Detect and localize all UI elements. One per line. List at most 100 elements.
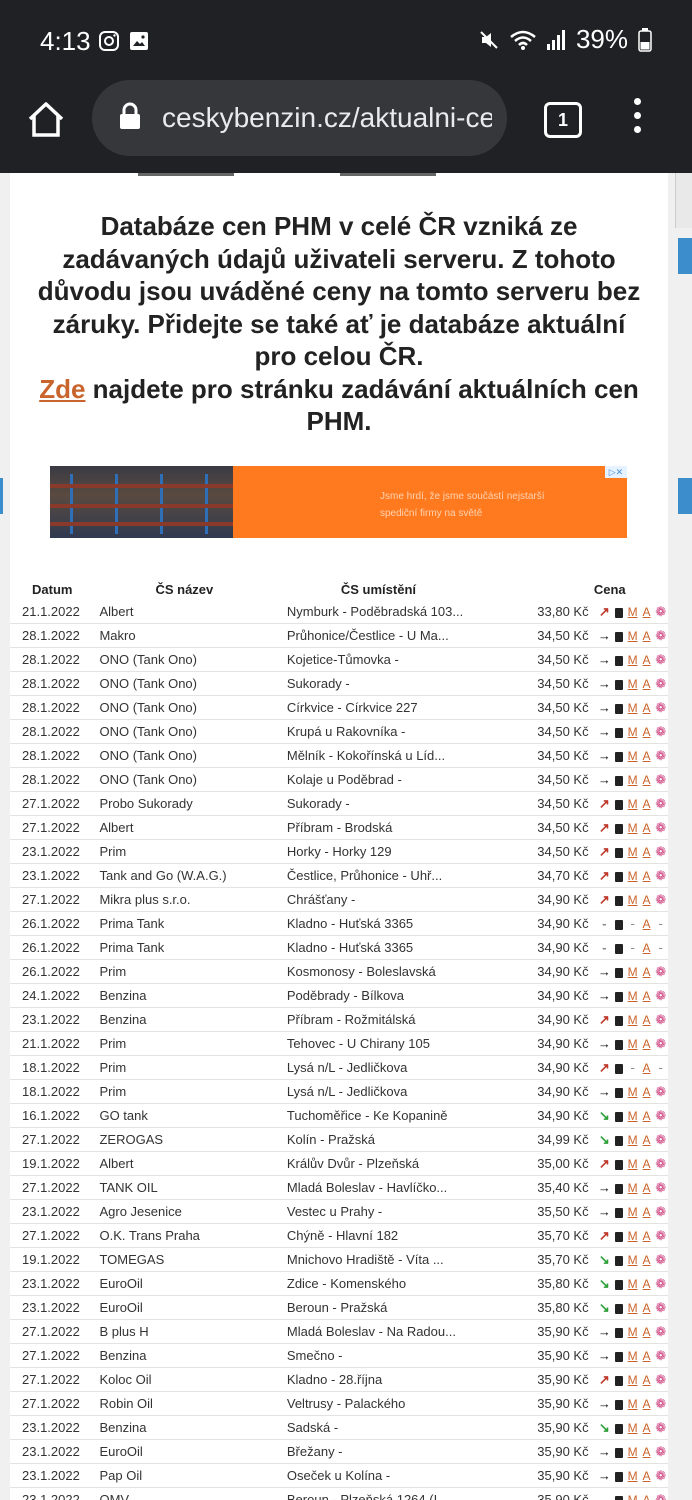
report-stamp-icon[interactable]: ❁ (655, 676, 666, 691)
report-stamp-icon[interactable]: ❁ (655, 1156, 666, 1171)
cell-station-location[interactable]: Kladno - Huťská 3365 (280, 935, 534, 960)
cell-station-location[interactable]: Kosmonosy - Boleslavská (280, 959, 534, 984)
address-link[interactable]: A (643, 1277, 651, 1291)
report-stamp-icon[interactable]: ❁ (655, 1012, 666, 1027)
fuel-pump-icon[interactable] (614, 1303, 623, 1314)
cell-station-name[interactable]: Agro Jesenice (99, 1199, 281, 1224)
cell-station-location[interactable]: Lysá n/L - Jedličkova (280, 1055, 534, 1080)
fuel-pump-icon[interactable] (614, 1447, 623, 1458)
map-link[interactable]: M (628, 1445, 638, 1459)
report-stamp-icon[interactable]: ❁ (655, 988, 666, 1003)
address-link[interactable]: A (643, 677, 651, 691)
fuel-pump-icon[interactable] (614, 799, 623, 810)
table-row[interactable]: 23.1.2022 Benzina Příbram - Rožmitálská 34,… (10, 1007, 668, 1032)
cell-station-location[interactable]: Nymburk - Poděbradská 103... (280, 600, 534, 624)
table-row[interactable]: 27.1.2022 Albert Příbram - Brodská 34,50 Kč… (10, 815, 668, 840)
fuel-pump-icon[interactable] (614, 1255, 623, 1266)
table-row[interactable]: 27.1.2022 B plus H Mladá Boleslav - Na Rad… (10, 1319, 668, 1344)
header-price[interactable]: Cena (534, 578, 653, 600)
report-stamp-icon[interactable]: ❁ (655, 1228, 666, 1243)
cell-station-location[interactable]: Králův Dvůr - Plzeňská (280, 1151, 534, 1176)
cell-date[interactable]: 27.1.2022 (10, 1175, 100, 1200)
cell-station-location[interactable]: Kojetice-Tůmovka - (280, 647, 534, 672)
table-row[interactable]: 26.1.2022 Prim Kosmonosy - Boleslavská 34,9… (10, 959, 668, 984)
table-row[interactable]: 23.1.2022 Prim Horky - Horky 129 34,50 Kč ↗ M… (10, 839, 668, 864)
map-link[interactable]: M (628, 821, 638, 835)
cell-station-location[interactable]: Čestlice, Průhonice - Uhř... (280, 863, 534, 888)
home-icon[interactable] (24, 98, 68, 142)
fuel-pump-icon[interactable] (614, 1495, 623, 1500)
address-link[interactable]: A (643, 1253, 651, 1267)
address-link[interactable]: A (643, 1205, 651, 1219)
report-stamp-icon[interactable]: ❁ (655, 628, 666, 643)
table-row[interactable]: 28.1.2022 ONO (Tank Ono) Krupá u Rakovníka… (10, 719, 668, 744)
map-link[interactable]: M (628, 1181, 638, 1195)
table-row[interactable]: 27.1.2022 ZEROGAS Kolín - Pražská 34,99 Kč ↘… (10, 1127, 668, 1152)
report-stamp-icon[interactable]: ❁ (655, 1084, 666, 1099)
cell-station-location[interactable]: Průhonice/Čestlice - U Ma... (280, 623, 534, 648)
address-bar[interactable]: ceskybenzin.cz/aktualni-ce (92, 80, 507, 156)
cell-station-name[interactable]: EuroOil (99, 1439, 281, 1464)
zde-link[interactable]: Zde (39, 374, 85, 404)
fuel-pump-icon[interactable] (614, 1327, 623, 1338)
report-stamp-icon[interactable]: ❁ (655, 1324, 666, 1339)
map-link[interactable]: M (628, 1301, 638, 1315)
address-link[interactable]: A (643, 1181, 651, 1195)
cell-date[interactable]: 23.1.2022 (10, 1271, 100, 1296)
cell-date[interactable]: 18.1.2022 (10, 1055, 100, 1080)
report-stamp-icon[interactable]: ❁ (655, 1108, 666, 1123)
map-link[interactable]: M (628, 605, 638, 619)
cell-station-name[interactable]: O.K. Trans Praha (99, 1223, 281, 1248)
report-stamp-icon[interactable]: ❁ (655, 748, 666, 763)
cell-station-location[interactable]: Tuchoměřice - Ke Kopanině (280, 1103, 534, 1128)
address-link[interactable]: A (643, 1013, 651, 1027)
report-stamp-icon[interactable]: ❁ (655, 844, 666, 859)
address-link[interactable]: A (643, 725, 651, 739)
fuel-pump-icon[interactable] (614, 991, 623, 1002)
report-stamp-icon[interactable]: ❁ (655, 652, 666, 667)
fuel-pump-icon[interactable] (614, 679, 623, 690)
address-link[interactable]: A (643, 1397, 651, 1411)
fuel-pump-icon[interactable] (614, 1183, 623, 1194)
cell-station-location[interactable]: Lysá n/L - Jedličkova (280, 1079, 534, 1104)
address-link[interactable]: A (643, 1445, 651, 1459)
address-link[interactable]: A (643, 605, 651, 619)
address-link[interactable]: A (643, 797, 651, 811)
map-link[interactable]: M (628, 1037, 638, 1051)
cell-date[interactable]: 28.1.2022 (10, 623, 100, 648)
cell-date[interactable]: 23.1.2022 (10, 863, 100, 888)
fuel-pump-icon[interactable] (614, 1351, 623, 1362)
cell-station-location[interactable]: Kladno - 28.října (280, 1367, 534, 1392)
cell-station-name[interactable]: Benzina (99, 1343, 281, 1368)
map-link[interactable]: M (628, 893, 638, 907)
cell-station-location[interactable]: Chýně - Hlavní 182 (280, 1223, 534, 1248)
table-row[interactable]: 27.1.2022 O.K. Trans Praha Chýně - Hlavní … (10, 1223, 668, 1248)
fuel-pump-icon[interactable] (614, 895, 623, 906)
map-link[interactable]: M (628, 677, 638, 691)
cell-station-name[interactable]: Albert (99, 815, 281, 840)
table-row[interactable]: 18.1.2022 Prim Lysá n/L - Jedličkova 34,90 … (10, 1055, 668, 1080)
table-row[interactable]: 27.1.2022 Probo Sukorady Sukorady -34,50 K… (10, 791, 668, 816)
cell-date[interactable]: 18.1.2022 (10, 1079, 100, 1104)
cell-date[interactable]: 26.1.2022 (10, 911, 100, 936)
map-link[interactable]: M (628, 1397, 638, 1411)
cell-station-name[interactable]: Benzina (99, 1415, 281, 1440)
cell-station-location[interactable]: Sadská - (280, 1415, 534, 1440)
table-row[interactable]: 28.1.2022 ONO (Tank Ono) Mělník - Kokoříns… (10, 743, 668, 768)
map-link[interactable]: M (628, 1493, 638, 1500)
table-row[interactable]: 23.1.2022 EuroOil Beroun - Pražská 35,80 Kč… (10, 1295, 668, 1320)
cell-station-location[interactable]: Beroun - Plzeňská 1264 (I... (280, 1487, 534, 1500)
address-link[interactable]: A (643, 989, 651, 1003)
fuel-pump-icon[interactable] (614, 655, 623, 666)
map-link[interactable]: M (628, 725, 638, 739)
map-link[interactable]: M (628, 1421, 638, 1435)
cell-station-location[interactable]: Mladá Boleslav - Na Radou... (280, 1319, 534, 1344)
report-stamp-icon[interactable]: ❁ (655, 892, 666, 907)
table-row[interactable]: 21.1.2022 Albert Nymburk - Poděbradská 103… (10, 600, 668, 624)
report-stamp-icon[interactable]: ❁ (655, 604, 666, 619)
cell-station-location[interactable]: Poděbrady - Bílkova (280, 983, 534, 1008)
map-link[interactable]: M (628, 1133, 638, 1147)
fuel-pump-icon[interactable] (614, 1399, 623, 1410)
cell-station-location[interactable]: Kladno - Huťská 3365 (280, 911, 534, 936)
ad-close-icon[interactable]: ▷✕ (605, 466, 627, 478)
